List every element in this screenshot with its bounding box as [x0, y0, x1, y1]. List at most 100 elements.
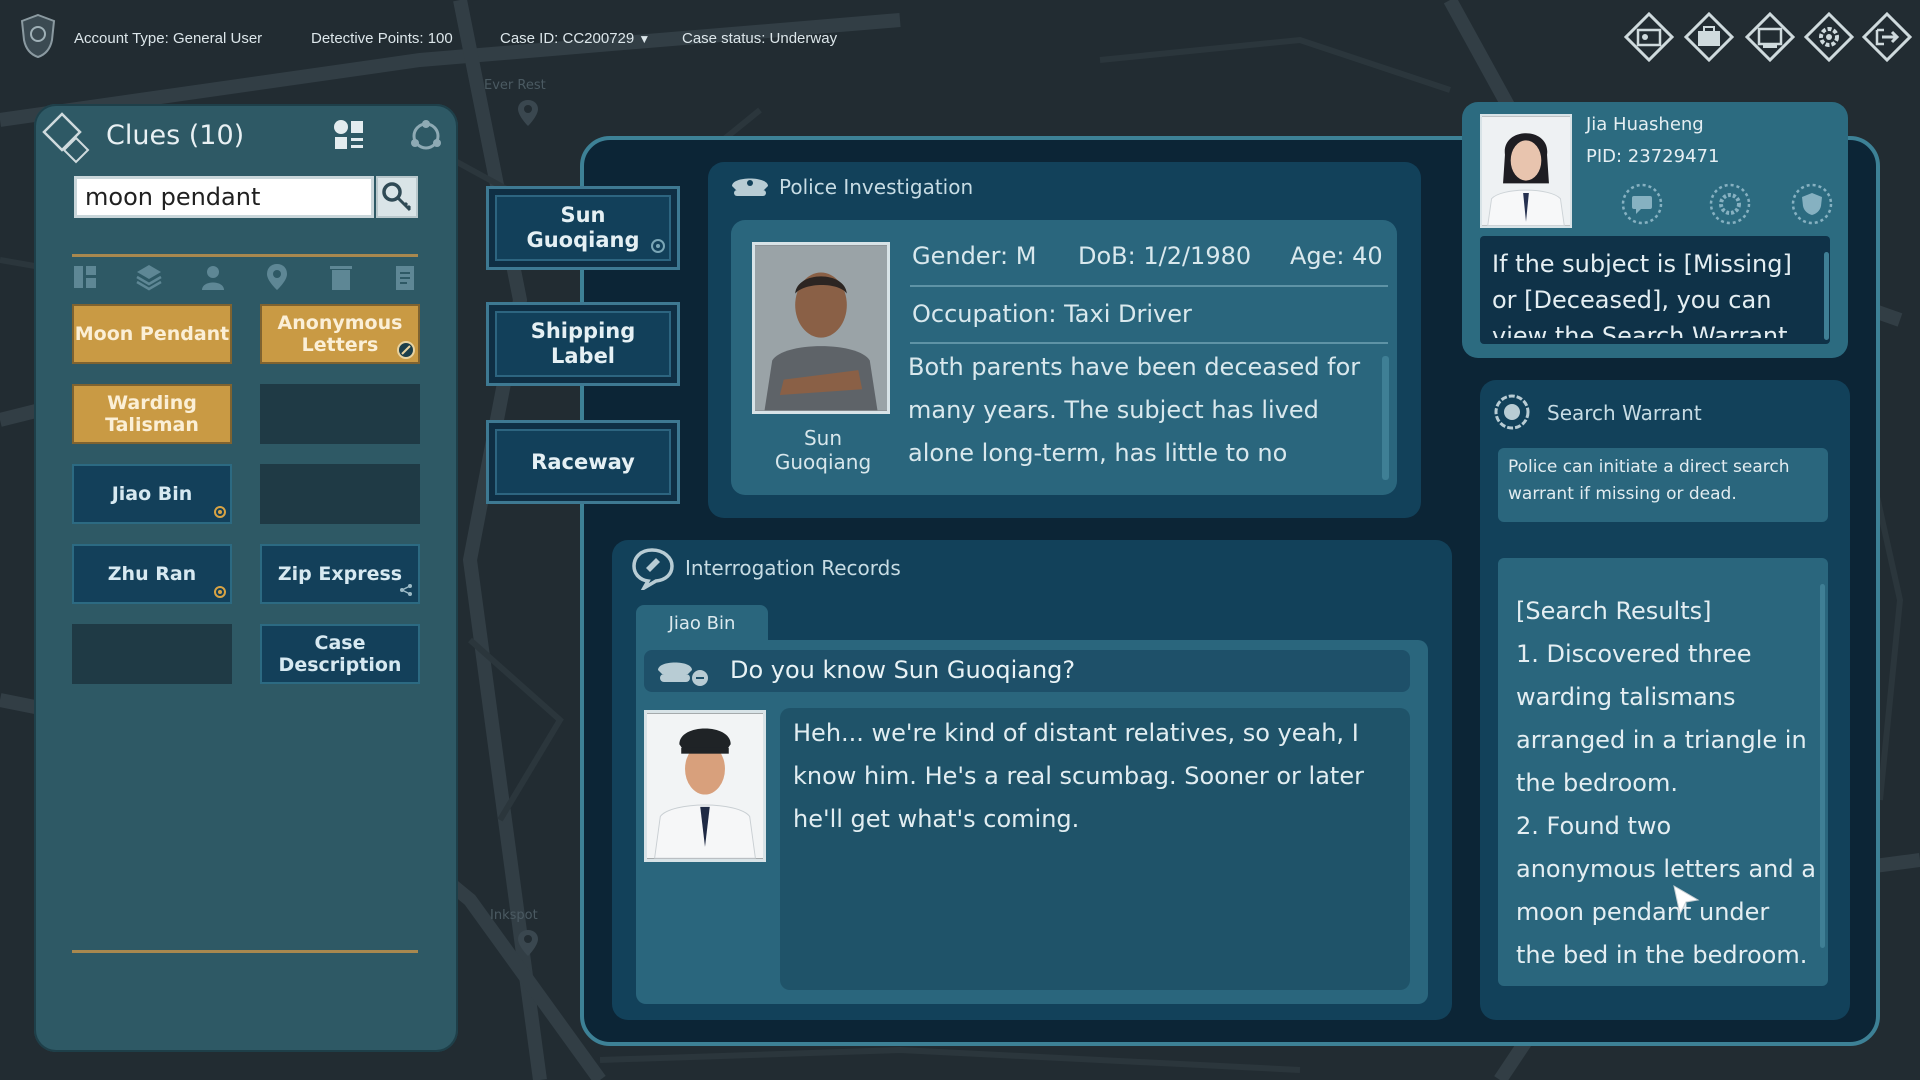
- location-dot-icon: [651, 239, 665, 253]
- subject-photo: [752, 242, 890, 414]
- category-trash-icon[interactable]: [326, 262, 356, 292]
- officer-photo: [1480, 114, 1572, 228]
- subject-tab-sun-guoqiang[interactable]: Sun Guoqiang: [486, 186, 680, 270]
- subject-occupation: Occupation: Taxi Driver: [912, 300, 1192, 328]
- divider-bottom: [72, 950, 418, 953]
- subject-tab-label: Sun Guoqiang: [526, 203, 640, 252]
- subject-description: Both parents have been deceased for many…: [908, 353, 1361, 467]
- clue-label: Case Description: [278, 632, 402, 676]
- shield-icon[interactable]: [1790, 182, 1834, 226]
- clue-anonymous-letters[interactable]: Anonymous Letters: [260, 304, 420, 364]
- subject-age: Age: 40: [1290, 242, 1383, 270]
- interrogation-tab-label: Jiao Bin: [668, 612, 736, 634]
- police-badge-logo-icon: [20, 14, 56, 58]
- subject-tab-shipping-label[interactable]: Shipping Label: [486, 302, 680, 386]
- clue-case-description[interactable]: Case Description: [260, 624, 420, 684]
- subject-tab-raceway[interactable]: Raceway: [486, 420, 680, 504]
- clue-slot-empty: [260, 464, 420, 524]
- interrogation-question: Do you know Sun Guoqiang?: [730, 656, 1076, 684]
- clue-search-box: [74, 176, 374, 218]
- search-results: [Search Results] 1. Discovered three war…: [1516, 597, 1816, 969]
- network-icon[interactable]: [408, 118, 444, 154]
- new-badge-icon: [397, 341, 415, 359]
- share-icon: [400, 584, 412, 596]
- search-results-scrollbar[interactable]: [1820, 584, 1825, 948]
- officer-message: If the subject is [Missing] or [Deceased…: [1492, 250, 1792, 338]
- category-document-icon[interactable]: [390, 262, 420, 292]
- clue-zhu-ran[interactable]: Zhu Ran: [72, 544, 232, 604]
- map-pin-icon: [518, 930, 538, 956]
- search-key-icon: [382, 182, 412, 212]
- unread-dot-icon: [214, 586, 226, 598]
- clues-count: (10): [188, 120, 245, 151]
- clue-zip-express[interactable]: Zip Express: [260, 544, 420, 604]
- grid-view-icon[interactable]: [332, 118, 366, 152]
- police-cap-icon: [732, 178, 768, 196]
- subject-tab-label: Raceway: [531, 449, 635, 474]
- police-investigation-title: Police Investigation: [779, 175, 974, 199]
- interrogation-tab-jiao-bin[interactable]: Jiao Bin: [636, 605, 768, 641]
- interrogation-answer: Heh... we're kind of distant relatives, …: [793, 719, 1364, 833]
- subject-gender: Gender: M: [912, 242, 1037, 270]
- clue-label: Anonymous Letters: [277, 312, 403, 356]
- description-scrollbar[interactable]: [1382, 356, 1389, 480]
- interrogee-photo: [644, 710, 766, 862]
- clue-label: Warding Talisman: [105, 392, 199, 436]
- clue-search-input[interactable]: [77, 179, 373, 215]
- exit-icon[interactable]: [1862, 12, 1912, 62]
- case-id-label: Case ID: CC200729: [500, 30, 635, 47]
- case-id-dropdown[interactable]: Case ID: CC200729 ▼: [500, 30, 650, 47]
- officer-name: Jia Huasheng: [1586, 114, 1704, 135]
- clues-title: Clues (10): [106, 120, 244, 151]
- clues-title-text: Clues: [106, 120, 181, 151]
- clue-slot-empty: [72, 624, 232, 684]
- map-pin-icon: [518, 100, 538, 126]
- top-bar: Account Type: General User Detective Poi…: [0, 0, 1920, 80]
- message-icon[interactable]: [1620, 182, 1664, 226]
- officer-pid: PID: 23729471: [1586, 146, 1720, 167]
- clue-label: Zhu Ran: [107, 563, 197, 585]
- subject-tab-label: Shipping Label: [530, 319, 636, 368]
- category-person-icon[interactable]: [198, 262, 228, 292]
- warrant-target-icon: [1494, 394, 1530, 430]
- id-card-icon[interactable]: [1624, 12, 1674, 62]
- divider: [910, 285, 1388, 287]
- divider-top: [72, 254, 418, 257]
- subject-tab-inner: Sun Guoqiang: [495, 195, 671, 261]
- police-interrogator-icon: [658, 662, 708, 686]
- clue-moon-pendant[interactable]: Moon Pendant: [72, 304, 232, 364]
- category-layers-icon[interactable]: [134, 262, 164, 292]
- divider: [910, 342, 1388, 344]
- map-label-top: Ever Rest: [484, 78, 546, 93]
- interrogation-records-title: Interrogation Records: [685, 556, 901, 580]
- interrogation-chat-icon: [632, 548, 674, 590]
- officer-message-scrollbar[interactable]: [1824, 252, 1829, 340]
- badge-gear-icon[interactable]: [1708, 182, 1752, 226]
- screen-icon[interactable]: [1745, 12, 1795, 62]
- detective-points: Detective Points: 100: [311, 30, 453, 47]
- clue-label: Moon Pendant: [74, 323, 230, 345]
- case-status: Case status: Underway: [682, 30, 838, 47]
- subject-name: Sun Guoqiang: [774, 426, 872, 474]
- briefcase-icon[interactable]: [1684, 12, 1734, 62]
- category-all-icon[interactable]: [70, 262, 100, 292]
- account-type: Account Type: General User: [74, 30, 263, 47]
- clue-warding-talisman[interactable]: Warding Talisman: [72, 384, 232, 444]
- clue-jiao-bin[interactable]: Jiao Bin: [72, 464, 232, 524]
- mouse-cursor-icon: [1673, 884, 1700, 916]
- subject-tab-inner: Shipping Label: [495, 311, 671, 377]
- clue-slot-empty: [260, 384, 420, 444]
- clue-search-button[interactable]: [376, 176, 418, 218]
- map-label-bottom: Inkspot: [490, 908, 538, 923]
- clues-diamond-icon: [42, 112, 90, 164]
- category-location-icon[interactable]: [262, 262, 292, 292]
- unread-dot-icon: [214, 506, 226, 518]
- clue-label: Zip Express: [277, 563, 403, 585]
- clue-label: Jiao Bin: [111, 483, 193, 505]
- subject-tab-inner: Raceway: [495, 429, 671, 495]
- subject-dob: DoB: 1/2/1980: [1078, 242, 1252, 270]
- chevron-down-icon: ▼: [638, 32, 651, 46]
- settings-icon[interactable]: [1804, 12, 1854, 62]
- search-warrant-title: Search Warrant: [1547, 401, 1702, 425]
- warrant-note: Police can initiate a direct search warr…: [1508, 457, 1790, 504]
